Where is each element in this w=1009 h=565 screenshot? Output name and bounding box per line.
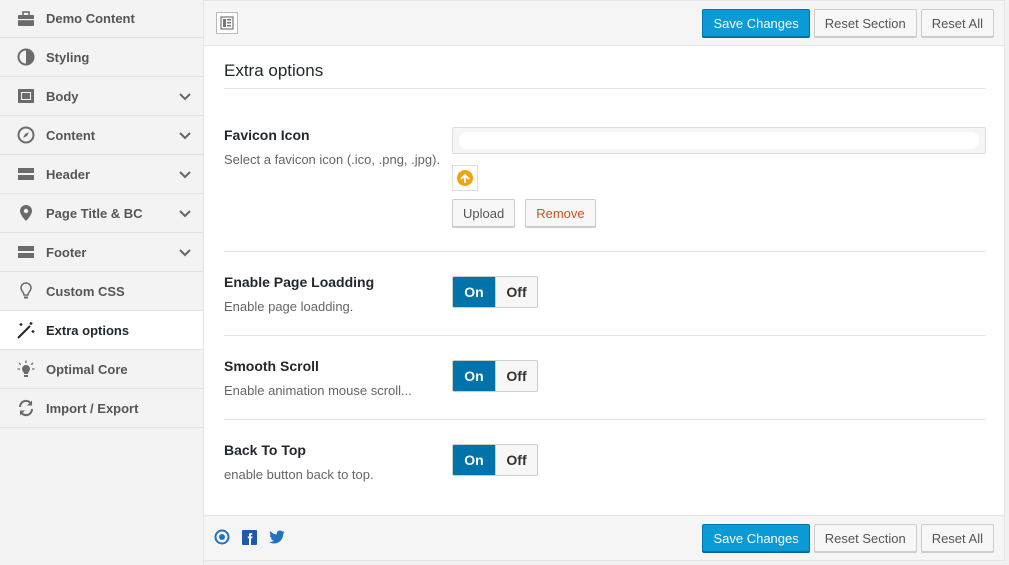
back-to-top-switch: On Off	[452, 444, 538, 476]
briefcase-icon	[15, 10, 37, 28]
sidebar-item-label: Body	[46, 88, 79, 104]
upload-button[interactable]: Upload	[452, 199, 516, 227]
option-smooth-scroll: Smooth Scroll Enable animation mouse scr…	[224, 336, 986, 420]
sidebar-item-body[interactable]: Body	[0, 77, 203, 116]
option-page-loading: Enable Page Loadding Enable page loaddin…	[224, 252, 986, 336]
option-description: Enable animation mouse scroll...	[224, 383, 412, 398]
option-label: Smooth Scroll	[224, 358, 319, 374]
section-title: Extra options	[224, 61, 986, 89]
options-panel: Save Changes Reset Section Reset All Ext…	[204, 0, 1005, 561]
chevron-down-icon	[179, 249, 191, 257]
layout-toggle-icon[interactable]	[216, 12, 238, 34]
smooth-scroll-switch: On Off	[452, 360, 538, 392]
favicon-preview-icon	[452, 165, 478, 191]
remove-button[interactable]: Remove	[525, 199, 596, 227]
sidebar-item-label: Content	[46, 127, 96, 143]
page-loading-switch: On Off	[452, 276, 538, 308]
compass-icon	[15, 126, 37, 144]
sidebar-item-custom-css[interactable]: Custom CSS	[0, 272, 203, 311]
save-button[interactable]: Save Changes	[702, 9, 810, 37]
reset-section-button[interactable]: Reset Section	[813, 9, 917, 37]
sidebar-item-optimal-core[interactable]: Optimal Core	[0, 350, 203, 389]
sidebar-item-content[interactable]: Content	[0, 116, 203, 155]
sidebar-item-label: Styling	[46, 49, 90, 65]
switch-on-button[interactable]: On	[453, 361, 495, 391]
twitter-icon[interactable]	[269, 530, 285, 544]
lightbulb-icon	[15, 282, 37, 300]
sidebar-item-styling[interactable]: Styling	[0, 38, 203, 77]
sidebar: Demo Content Styling Body Content Header…	[0, 0, 204, 565]
reset-all-button[interactable]: Reset All	[920, 9, 994, 37]
sidebar-item-label: Page Title & BC	[46, 205, 143, 221]
sidebar-item-label: Custom CSS	[46, 283, 125, 299]
section-content: Extra options Favicon Icon Select a favi…	[224, 61, 986, 504]
sidebar-item-page-title[interactable]: Page Title & BC	[0, 194, 203, 233]
chevron-down-icon	[179, 171, 191, 179]
sidebar-item-import-export[interactable]: Import / Export	[0, 389, 203, 428]
sidebar-item-label: Import / Export	[46, 400, 139, 416]
sidebar-item-footer[interactable]: Footer	[0, 233, 203, 272]
footer-icon	[15, 243, 37, 261]
sidebar-item-label: Optimal Core	[46, 361, 128, 377]
option-label: Enable Page Loadding	[224, 274, 375, 290]
refresh-icon	[15, 399, 37, 417]
sidebar-item-label: Demo Content	[46, 11, 135, 26]
reset-all-button[interactable]: Reset All	[920, 524, 994, 552]
layout-icon	[15, 87, 37, 105]
sidebar-item-demo-content[interactable]: Demo Content	[0, 0, 203, 38]
save-button[interactable]: Save Changes	[702, 524, 810, 552]
top-toolbar: Save Changes Reset Section Reset All	[204, 1, 1004, 46]
switch-off-button[interactable]: Off	[495, 445, 537, 475]
switch-on-button[interactable]: On	[453, 445, 495, 475]
map-pin-icon	[15, 204, 37, 222]
reset-section-button[interactable]: Reset Section	[813, 524, 917, 552]
sidebar-item-label: Extra options	[46, 322, 130, 338]
favicon-url-input[interactable]	[452, 127, 986, 154]
support-icon[interactable]	[214, 529, 230, 545]
option-label: Favicon Icon	[224, 127, 310, 143]
magic-wand-icon	[15, 321, 37, 339]
option-description: Enable page loadding.	[224, 299, 354, 314]
chevron-down-icon	[179, 132, 191, 140]
sidebar-item-extra-options[interactable]: Extra options	[0, 311, 203, 350]
switch-off-button[interactable]: Off	[495, 277, 537, 307]
sidebar-item-header[interactable]: Header	[0, 155, 203, 194]
lightbulb-rays-icon	[15, 360, 37, 378]
sidebar-item-label: Header	[46, 166, 91, 182]
chevron-down-icon	[179, 93, 191, 101]
option-description: enable button back to top.	[224, 467, 374, 482]
switch-off-button[interactable]: Off	[495, 361, 537, 391]
option-back-to-top: Back To Top enable button back to top. O…	[224, 420, 986, 504]
option-favicon: Favicon Icon Select a favicon icon (.ico…	[224, 89, 986, 252]
sidebar-item-label: Footer	[46, 244, 87, 260]
half-circle-icon	[15, 48, 37, 66]
option-description: Select a favicon icon (.ico, .png, .jpg)…	[224, 152, 441, 167]
bottom-toolbar: Save Changes Reset Section Reset All	[204, 515, 1004, 560]
header-icon	[15, 165, 37, 183]
chevron-down-icon	[179, 210, 191, 218]
facebook-icon[interactable]	[242, 529, 257, 545]
option-label: Back To Top	[224, 442, 306, 458]
switch-on-button[interactable]: On	[453, 277, 495, 307]
